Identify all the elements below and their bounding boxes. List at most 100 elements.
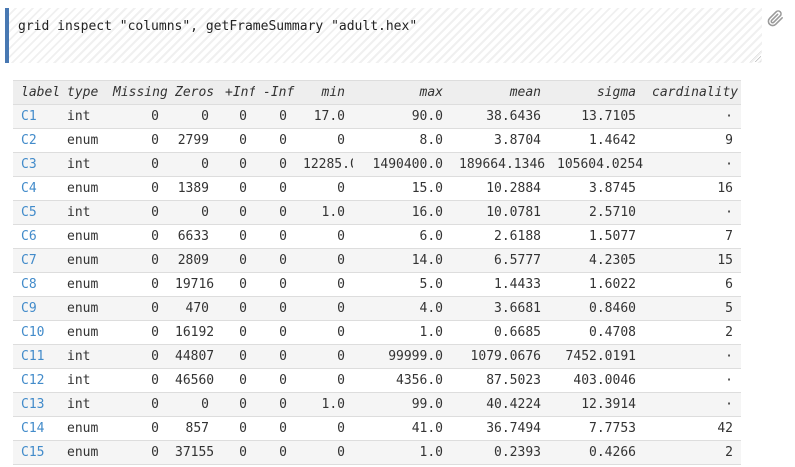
cell-inf: 0 bbox=[217, 393, 255, 417]
cell-type: enum bbox=[59, 417, 105, 441]
cell-missing: 0 bbox=[105, 153, 167, 177]
code-input[interactable]: grid inspect "columns", getFrameSummary … bbox=[9, 8, 762, 63]
cell-cardinality: · bbox=[644, 153, 741, 177]
cell-mean: 87.5023 bbox=[451, 369, 549, 393]
column-label-link[interactable]: C5 bbox=[21, 205, 37, 220]
column-label-link[interactable]: C11 bbox=[21, 349, 44, 364]
cell-max: 1.0 bbox=[353, 441, 451, 465]
cell-cardinality: · bbox=[644, 105, 741, 129]
column-label-link[interactable]: C10 bbox=[21, 325, 44, 340]
cell-inf: 0 bbox=[255, 105, 295, 129]
cell-type: enum bbox=[59, 273, 105, 297]
cell-max: 41.0 bbox=[353, 417, 451, 441]
column-header-mean: mean bbox=[451, 81, 549, 105]
column-label-link[interactable]: C3 bbox=[21, 157, 37, 172]
cell-mean: 10.2884 bbox=[451, 177, 549, 201]
table-row: C3int000012285.01490400.0189664.13461056… bbox=[13, 153, 741, 177]
cell-type: enum bbox=[59, 297, 105, 321]
column-label-link[interactable]: C15 bbox=[21, 445, 44, 460]
cell-min: 12285.0 bbox=[295, 153, 353, 177]
column-header-cardinality: cardinality bbox=[644, 81, 741, 105]
cell-missing: 0 bbox=[105, 393, 167, 417]
cell-missing: 0 bbox=[105, 273, 167, 297]
cell-mean: 6.5777 bbox=[451, 249, 549, 273]
label-cell: C9 bbox=[13, 297, 59, 321]
column-label-link[interactable]: C2 bbox=[21, 133, 37, 148]
frame-summary-table: labeltypeMissingZeros+Inf-Infminmaxmeans… bbox=[13, 80, 741, 465]
cell-max: 99999.0 bbox=[353, 345, 451, 369]
label-cell: C1 bbox=[13, 105, 59, 129]
column-label-link[interactable]: C14 bbox=[21, 421, 44, 436]
cell-cardinality: · bbox=[644, 345, 741, 369]
cell-zeros: 44807 bbox=[167, 345, 217, 369]
cell-type: int bbox=[59, 369, 105, 393]
column-header-sigma: sigma bbox=[549, 81, 644, 105]
cell-max: 16.0 bbox=[353, 201, 451, 225]
cell-inf: 0 bbox=[255, 177, 295, 201]
column-label-link[interactable]: C12 bbox=[21, 373, 44, 388]
cell-max: 1490400.0 bbox=[353, 153, 451, 177]
column-label-link[interactable]: C1 bbox=[21, 109, 37, 124]
label-cell: C5 bbox=[13, 201, 59, 225]
resize-grip-icon[interactable] bbox=[750, 51, 761, 62]
column-header-inf: +Inf bbox=[217, 81, 255, 105]
column-label-link[interactable]: C7 bbox=[21, 253, 37, 268]
cell-zeros: 2809 bbox=[167, 249, 217, 273]
cell-min: 1.0 bbox=[295, 393, 353, 417]
cell-zeros: 19716 bbox=[167, 273, 217, 297]
cell-inf: 0 bbox=[255, 321, 295, 345]
cell-cardinality: 7 bbox=[644, 225, 741, 249]
label-cell: C12 bbox=[13, 369, 59, 393]
cell-zeros: 0 bbox=[167, 105, 217, 129]
cell-max: 8.0 bbox=[353, 129, 451, 153]
code-text: grid inspect "columns", getFrameSummary … bbox=[9, 8, 762, 35]
cell-sigma: 1.5077 bbox=[549, 225, 644, 249]
column-label-link[interactable]: C6 bbox=[21, 229, 37, 244]
cell-missing: 0 bbox=[105, 105, 167, 129]
cell-mean: 1.4433 bbox=[451, 273, 549, 297]
cell-sigma: 403.0046 bbox=[549, 369, 644, 393]
table-row: C8enum0197160005.01.44331.60226 bbox=[13, 273, 741, 297]
cell-max: 99.0 bbox=[353, 393, 451, 417]
cell-cardinality: 2 bbox=[644, 441, 741, 465]
cell-min: 0 bbox=[295, 441, 353, 465]
table-row: C14enum085700041.036.74947.775342 bbox=[13, 417, 741, 441]
cell-max: 4.0 bbox=[353, 297, 451, 321]
cell-sigma: 1.6022 bbox=[549, 273, 644, 297]
cell-type: int bbox=[59, 393, 105, 417]
cell-max: 14.0 bbox=[353, 249, 451, 273]
paperclip-icon[interactable] bbox=[767, 10, 784, 27]
cell-zeros: 2799 bbox=[167, 129, 217, 153]
cell-zeros: 0 bbox=[167, 153, 217, 177]
cell-inf: 0 bbox=[255, 129, 295, 153]
column-label-link[interactable]: C13 bbox=[21, 397, 44, 412]
table-row: C6enum066330006.02.61881.50777 bbox=[13, 225, 741, 249]
cell-inf: 0 bbox=[217, 177, 255, 201]
cell-inf: 0 bbox=[255, 369, 295, 393]
cell-inf: 0 bbox=[255, 225, 295, 249]
cell-sigma: 0.4708 bbox=[549, 321, 644, 345]
cell-inf: 0 bbox=[217, 297, 255, 321]
cell-inf: 0 bbox=[217, 345, 255, 369]
cell-inf: 0 bbox=[255, 297, 295, 321]
cell-min: 0 bbox=[295, 129, 353, 153]
cell-inf: 0 bbox=[255, 249, 295, 273]
column-header-min: min bbox=[295, 81, 353, 105]
cell-min: 0 bbox=[295, 273, 353, 297]
cell-cardinality: · bbox=[644, 393, 741, 417]
column-label-link[interactable]: C4 bbox=[21, 181, 37, 196]
cell-inf: 0 bbox=[217, 225, 255, 249]
cell-mean: 3.6681 bbox=[451, 297, 549, 321]
cell-missing: 0 bbox=[105, 201, 167, 225]
cell-sigma: 12.3914 bbox=[549, 393, 644, 417]
table-row: C4enum0138900015.010.28843.874516 bbox=[13, 177, 741, 201]
cell-inf: 0 bbox=[255, 441, 295, 465]
label-cell: C8 bbox=[13, 273, 59, 297]
cell-type: int bbox=[59, 153, 105, 177]
cell-missing: 0 bbox=[105, 345, 167, 369]
cell-type: int bbox=[59, 105, 105, 129]
label-cell: C6 bbox=[13, 225, 59, 249]
cell-missing: 0 bbox=[105, 249, 167, 273]
column-label-link[interactable]: C9 bbox=[21, 301, 37, 316]
column-label-link[interactable]: C8 bbox=[21, 277, 37, 292]
